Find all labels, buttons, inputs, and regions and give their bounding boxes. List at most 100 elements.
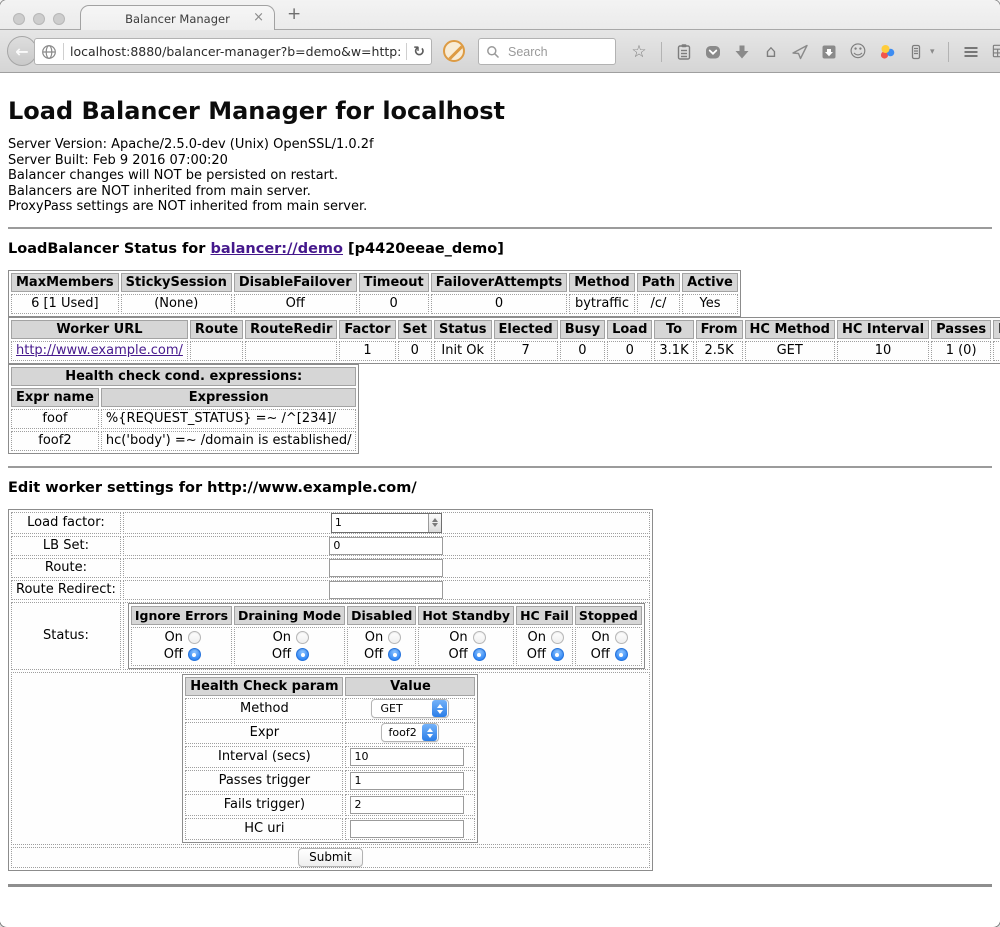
- page-tools-grid-icon[interactable]: [991, 43, 1000, 61]
- radio-on[interactable]: [188, 631, 201, 644]
- table-cell: [190, 341, 243, 361]
- pocket-icon[interactable]: [704, 43, 722, 61]
- new-tab-button[interactable]: +: [287, 4, 301, 24]
- field-label: Load factor:: [11, 512, 121, 534]
- table-cell: 1 (0): [931, 341, 991, 361]
- colored-dots-icon[interactable]: [878, 43, 896, 61]
- submit-button[interactable]: Submit: [298, 848, 363, 867]
- worker-row: http://www.example.com/ 1 0 Init Ok 7 0 …: [11, 341, 1000, 361]
- clipboard-icon[interactable]: [675, 43, 693, 61]
- column-header: Expr name: [11, 388, 99, 407]
- column-header: Timeout: [359, 273, 429, 292]
- extension-device-icon[interactable]: [907, 43, 925, 61]
- radio-on[interactable]: [296, 631, 309, 644]
- table-cell: /c/: [637, 294, 680, 314]
- search-bar[interactable]: [478, 38, 616, 65]
- health-check-cell: Health Check param Value Method GET Expr: [11, 672, 650, 845]
- radio-off-selected[interactable]: [615, 648, 628, 661]
- downloads-icon[interactable]: [733, 43, 751, 61]
- route-redirect-input[interactable]: [329, 581, 443, 599]
- table-cell: 2 (0): [993, 341, 1000, 361]
- passes-trigger-input[interactable]: [350, 772, 464, 790]
- radio-on[interactable]: [551, 631, 564, 644]
- url-text[interactable]: localhost:8880/balancer-manager?b=demo&w…: [70, 44, 400, 59]
- bookmark-star-icon[interactable]: ☆: [630, 43, 648, 61]
- field-label: LB Set:: [11, 536, 121, 556]
- lb-set-input[interactable]: [329, 537, 443, 555]
- radio-off-selected[interactable]: [388, 648, 401, 661]
- health-check-param-table: Health Check param Value Method GET Expr: [182, 674, 478, 843]
- table-cell: 3.1K: [654, 341, 693, 361]
- expr-select-value: foof2: [388, 726, 416, 739]
- balancer-demo-link[interactable]: balancer://demo: [210, 241, 343, 257]
- minimize-window-button[interactable]: [33, 13, 45, 25]
- status-column-header: Stopped: [575, 606, 642, 625]
- server-info-line: Balancers are NOT inherited from main se…: [8, 184, 992, 200]
- radio-off-selected[interactable]: [296, 648, 309, 661]
- column-header: HC Interval: [837, 320, 929, 339]
- table-cell: Off: [234, 294, 357, 314]
- field-value-cell: foof2: [345, 722, 475, 744]
- table-cell: 0: [560, 341, 605, 361]
- column-header: StickySession: [121, 273, 232, 292]
- radio-on[interactable]: [615, 631, 628, 644]
- table-cell: 0: [607, 341, 652, 361]
- radio-off-selected[interactable]: [473, 648, 486, 661]
- radio-on-label: On: [162, 630, 183, 646]
- radio-off-label: Off: [525, 647, 546, 663]
- back-button[interactable]: ←: [7, 36, 37, 66]
- home-icon[interactable]: ⌂: [762, 43, 780, 61]
- chevron-down-icon[interactable]: ▾: [930, 47, 935, 57]
- worker-url-link[interactable]: http://www.example.com/: [16, 343, 183, 358]
- route-input[interactable]: [329, 559, 443, 577]
- send-tab-icon[interactable]: [791, 43, 809, 61]
- fails-trigger-input[interactable]: [350, 796, 464, 814]
- status-radio-cell: On Off: [234, 627, 345, 666]
- zoom-window-button[interactable]: [53, 13, 65, 25]
- column-header: Set: [398, 320, 432, 339]
- table-cell: Init Ok: [434, 341, 492, 361]
- status-options-table: Ignore ErrorsDraining ModeDisabledHot St…: [128, 603, 645, 669]
- form-row-route: Route:: [11, 558, 650, 578]
- search-input[interactable]: [506, 44, 608, 60]
- feedback-smiley-icon[interactable]: ☺: [849, 43, 867, 61]
- radio-on[interactable]: [388, 631, 401, 644]
- column-header: Health Check param: [185, 677, 343, 696]
- tab-close-icon[interactable]: ×: [253, 10, 264, 26]
- load-factor-input-wrap: [331, 513, 442, 533]
- radio-off-selected[interactable]: [188, 648, 201, 661]
- column-header: Factor: [339, 320, 395, 339]
- load-factor-input[interactable]: [332, 514, 428, 532]
- hc-row-expr: Expr foof2: [185, 722, 475, 744]
- tab-balancer-manager[interactable]: Balancer Manager ×: [80, 5, 275, 31]
- status-column-header: Draining Mode: [234, 606, 345, 625]
- table-cell: 0: [359, 294, 429, 314]
- tab-title: Balancer Manager: [125, 12, 230, 26]
- server-info-line: Server Built: Feb 9 2016 07:00:20: [8, 153, 992, 169]
- bottom-divider: [8, 884, 992, 887]
- radio-on[interactable]: [473, 631, 486, 644]
- navigation-toolbar: ← localhost:8880/balancer-manager?b=demo…: [0, 30, 1000, 73]
- method-select[interactable]: GET: [371, 699, 449, 718]
- column-header: DisableFailover: [234, 273, 357, 292]
- close-window-button[interactable]: [13, 13, 25, 25]
- field-value-cell: [123, 558, 650, 578]
- number-stepper-icon[interactable]: [428, 514, 441, 532]
- edit-worker-form: Load factor: LB Set: Route: Route Redire…: [8, 509, 653, 871]
- radio-on-label: On: [447, 630, 468, 646]
- interval-input[interactable]: [350, 748, 464, 766]
- radio-off-selected[interactable]: [551, 648, 564, 661]
- hc-uri-input[interactable]: [350, 820, 464, 838]
- reload-icon[interactable]: ↻: [413, 44, 425, 60]
- expr-select[interactable]: foof2: [381, 723, 439, 742]
- menu-hamburger-icon[interactable]: [962, 43, 980, 61]
- content-blocked-icon[interactable]: [443, 40, 465, 62]
- status-radio-cell: On Off: [347, 627, 416, 666]
- table-cell: [245, 341, 337, 361]
- field-value-cell: [345, 794, 475, 816]
- url-bar[interactable]: localhost:8880/balancer-manager?b=demo&w…: [34, 38, 432, 65]
- save-page-icon[interactable]: [820, 43, 838, 61]
- expr-row: foof2 hc('body') =~ /domain is establish…: [11, 431, 356, 451]
- status-column-header: Disabled: [347, 606, 416, 625]
- column-header: Status: [434, 320, 492, 339]
